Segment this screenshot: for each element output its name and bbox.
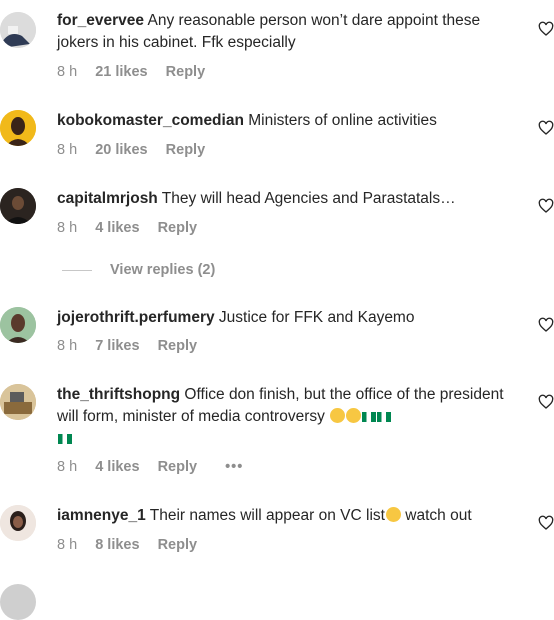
avatar[interactable] — [0, 12, 36, 48]
more-options-icon[interactable]: ••• — [225, 459, 243, 475]
comment-text: for_evervee Any reasonable person won’t … — [57, 10, 517, 54]
comment-time: 8 h — [57, 537, 78, 553]
comment-text: the_thriftshopng Office don finish, but … — [57, 384, 517, 450]
comment-time: 8 h — [57, 64, 78, 80]
view-replies-label: View replies (2) — [110, 262, 216, 278]
comment-body: They will head Agencies and Parastatals… — [157, 190, 456, 207]
divider-line — [62, 269, 92, 271]
comment-likes[interactable]: 4 likes — [95, 220, 139, 236]
comment-time: 8 h — [57, 338, 78, 354]
reply-button[interactable]: Reply — [158, 338, 198, 354]
reply-button[interactable]: Reply — [166, 64, 206, 80]
laughing-emoji-icon — [385, 507, 401, 522]
avatar[interactable] — [0, 505, 36, 541]
reply-button[interactable]: Reply — [158, 220, 198, 236]
reply-button[interactable]: Reply — [158, 459, 198, 475]
comment-likes[interactable]: 20 likes — [95, 142, 147, 158]
comment-meta: 8 h 4 likes Reply — [57, 220, 211, 236]
reply-button[interactable]: Reply — [158, 537, 198, 553]
comment-meta: 8 h 21 likes Reply — [57, 64, 219, 80]
avatar[interactable] — [0, 110, 36, 146]
nigeria-flag-icon — [377, 412, 392, 422]
avatar[interactable] — [0, 188, 36, 224]
comment-meta: 8 h 8 likes Reply — [57, 537, 211, 553]
comment-body: Justice for FFK and Kayemo — [214, 309, 415, 326]
heart-outline-icon[interactable] — [538, 120, 554, 136]
avatar[interactable] — [0, 307, 36, 343]
comment-text: kobokomaster_comedian Ministers of onlin… — [57, 110, 517, 132]
comment-meta: 8 h 20 likes Reply — [57, 142, 219, 158]
comment-likes[interactable]: 4 likes — [95, 459, 139, 475]
reply-button[interactable]: Reply — [166, 142, 206, 158]
comment-username[interactable]: capitalmrjosh — [57, 190, 158, 207]
nigeria-flag-icon — [58, 434, 72, 444]
comment-time: 8 h — [57, 459, 78, 475]
comment-username[interactable]: the_thriftshopng — [57, 386, 180, 403]
comment-likes[interactable]: 7 likes — [95, 338, 139, 354]
heart-outline-icon[interactable] — [538, 515, 554, 531]
heart-outline-icon[interactable] — [538, 394, 554, 410]
heart-outline-icon[interactable] — [538, 21, 554, 37]
heart-outline-icon[interactable] — [538, 317, 554, 333]
comment-body-end: watch out — [400, 507, 472, 524]
comment-username[interactable]: iamnenye_1 — [57, 507, 146, 524]
nigeria-flag-icon — [362, 412, 377, 422]
comment-time: 8 h — [57, 220, 78, 236]
comment-body: Ministers of online activities — [243, 112, 437, 129]
avatar[interactable] — [0, 384, 36, 420]
comment-text: iamnenye_1 Their names will appear on VC… — [57, 505, 517, 527]
comment-text: jojerothrift.perfumery Justice for FFK a… — [57, 307, 517, 329]
comment-username[interactable]: for_evervee — [57, 12, 144, 29]
avatar[interactable] — [0, 584, 36, 620]
comment-likes[interactable]: 8 likes — [95, 537, 139, 553]
comment-username[interactable]: jojerothrift.perfumery — [57, 309, 215, 326]
comment-text: capitalmrjosh They will head Agencies an… — [57, 188, 517, 210]
comment-meta: 8 h 7 likes Reply — [57, 338, 211, 354]
comment-body: Their names will appear on VC list — [145, 507, 385, 524]
view-replies-button[interactable]: View replies (2) — [62, 262, 215, 278]
laughing-emoji-icon — [346, 408, 362, 423]
comment-time: 8 h — [57, 142, 78, 158]
laughing-emoji-icon — [330, 408, 346, 423]
comment-meta: 8 h 4 likes Reply ••• — [57, 459, 257, 475]
heart-outline-icon[interactable] — [538, 198, 554, 214]
comment-likes[interactable]: 21 likes — [95, 64, 147, 80]
comment-username[interactable]: kobokomaster_comedian — [57, 112, 244, 129]
